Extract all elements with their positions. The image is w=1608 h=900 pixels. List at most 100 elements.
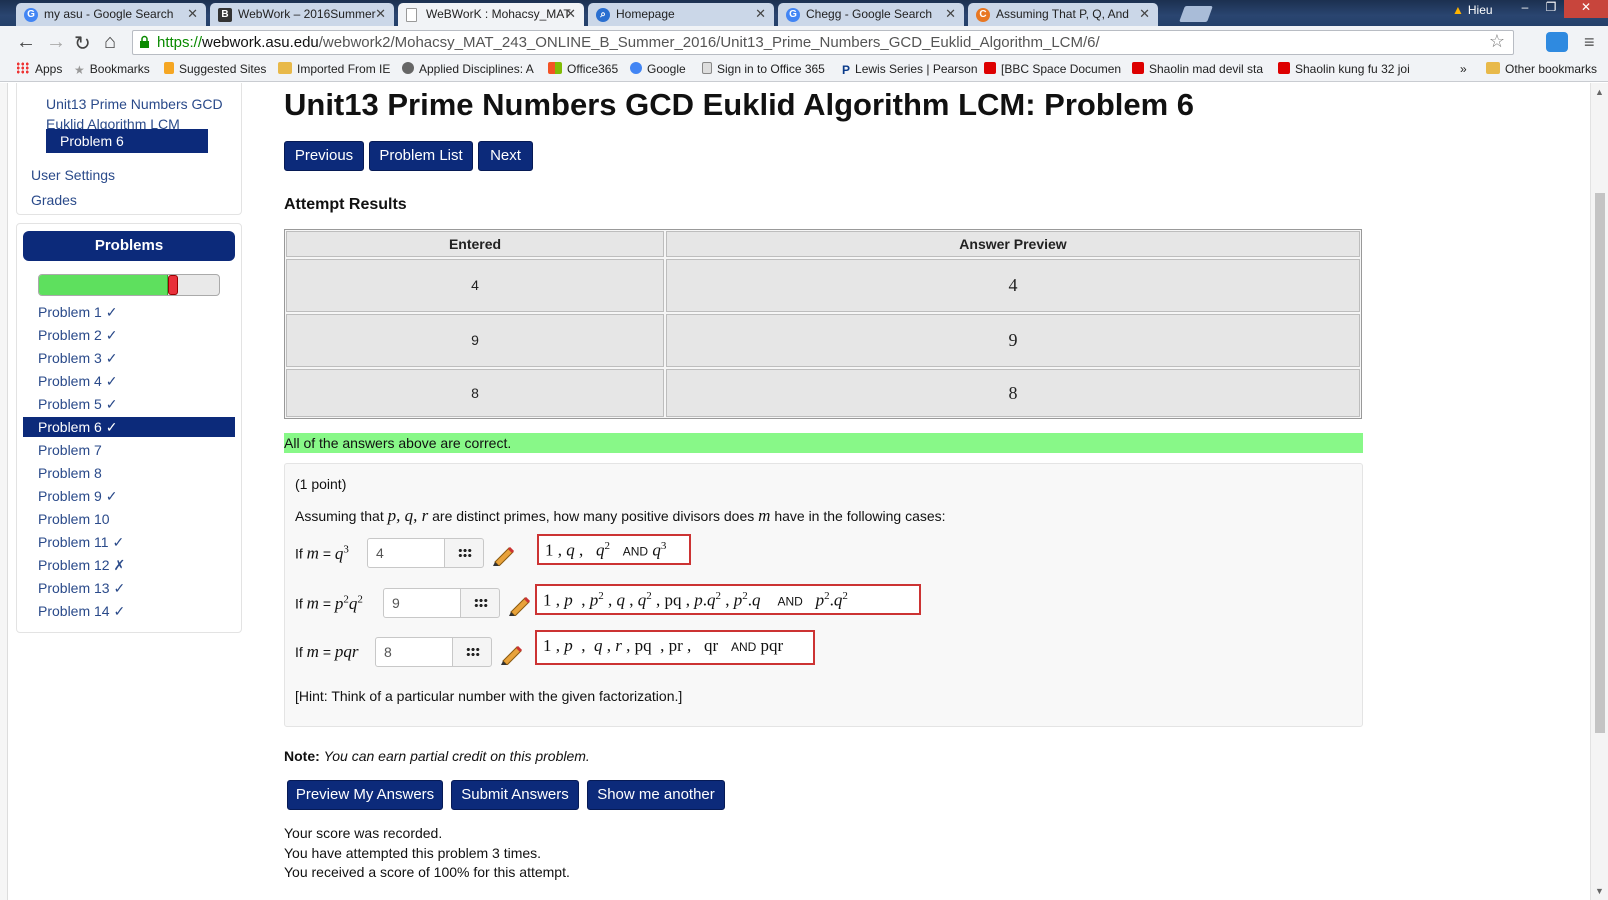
- bookmark-label: Shaolin kung fu 32 joi: [1295, 62, 1410, 76]
- problem-list-item[interactable]: Problem 1 ✓: [38, 304, 117, 321]
- problem-list-item[interactable]: Problem 13 ✓: [38, 580, 125, 597]
- set-link-line1[interactable]: Unit13 Prime Numbers GCD: [46, 96, 223, 112]
- previous-button[interactable]: Previous: [284, 141, 364, 171]
- restore-icon[interactable]: ❐: [1538, 0, 1564, 18]
- bookmark-signin-office[interactable]: Sign in to Office 365: [702, 62, 825, 76]
- problem-list-item[interactable]: Problem 6 ✓: [23, 417, 235, 437]
- window-close-icon[interactable]: ✕: [1564, 0, 1608, 18]
- url-host: webwork.asu.edu: [202, 34, 319, 51]
- bookmark-label: Bookmarks: [89, 62, 150, 76]
- minimize-icon[interactable]: –: [1512, 0, 1538, 18]
- entered-cell: 9: [286, 314, 664, 367]
- submit-answers-button[interactable]: Submit Answers: [451, 780, 579, 810]
- chegg-icon: C: [976, 8, 990, 22]
- next-button[interactable]: Next: [478, 141, 533, 171]
- bookmark-suggested[interactable]: Suggested Sites: [164, 62, 266, 76]
- pencil-icon[interactable]: [507, 594, 533, 616]
- preview-answers-button[interactable]: Preview My Answers: [287, 780, 443, 810]
- bookmark-bookmarks[interactable]: ★ Bookmarks: [74, 62, 150, 77]
- tab-webwork-summer[interactable]: B WebWork – 2016Summer ✕: [210, 3, 394, 26]
- bookmark-pearson[interactable]: P Lewis Series | Pearson: [842, 62, 978, 77]
- problem-list-item[interactable]: Problem 8: [38, 465, 102, 481]
- header-entered: Entered: [286, 231, 664, 257]
- status-score: You received a score of 100% for this at…: [284, 864, 570, 880]
- close-icon[interactable]: ✕: [565, 6, 576, 22]
- close-icon[interactable]: ✕: [375, 6, 386, 22]
- correct-message: All of the answers above are correct.: [284, 433, 1363, 453]
- page-scrollbar[interactable]: ▲ ▼: [1590, 83, 1608, 900]
- bookmark-applied[interactable]: Applied Disciplines: A: [402, 62, 534, 76]
- address-bar[interactable]: https://webwork.asu.edu/webwork2/Mohacsy…: [132, 30, 1514, 55]
- new-tab-button[interactable]: [1179, 6, 1213, 22]
- problem-list-item[interactable]: Problem 2 ✓: [38, 327, 117, 344]
- tab-label: WeBWorK : Mohacsy_MAT: [426, 7, 571, 21]
- bookmark-overflow[interactable]: »: [1460, 62, 1467, 76]
- back-icon[interactable]: ←: [16, 31, 36, 54]
- question-m: m: [758, 506, 771, 525]
- preview-cell: 4: [666, 259, 1360, 312]
- close-icon[interactable]: ✕: [1139, 6, 1150, 22]
- bookmark-bbc[interactable]: [BBC Space Documen: [984, 62, 1121, 76]
- pencil-icon[interactable]: [499, 643, 525, 665]
- answer-input-1[interactable]: 4: [367, 538, 445, 568]
- bookmarks-bar: Apps ★ Bookmarks Suggested Sites Imported…: [0, 58, 1608, 82]
- sidebar-item-user-settings[interactable]: User Settings: [31, 167, 115, 183]
- problem-list-item[interactable]: Problem 14 ✓: [38, 603, 125, 620]
- sidebar-item-grades[interactable]: Grades: [31, 192, 77, 208]
- tab-homepage[interactable]: ⌕ Homepage ✕: [588, 3, 774, 26]
- bookmark-other[interactable]: Other bookmarks: [1486, 62, 1597, 76]
- tab-chegg-search[interactable]: G Chegg - Google Search ✕: [778, 3, 964, 26]
- problem-list-item[interactable]: Problem 11 ✓: [38, 534, 124, 551]
- home-icon[interactable]: ⌂: [104, 31, 116, 54]
- pencil-icon[interactable]: [491, 544, 517, 566]
- problem-list-item[interactable]: Problem 3 ✓: [38, 350, 117, 367]
- bookmark-star-icon[interactable]: ☆: [1489, 31, 1505, 52]
- sidebar-item-problem-6[interactable]: Problem 6: [46, 129, 208, 153]
- close-icon[interactable]: ✕: [755, 6, 766, 22]
- homework-sets-link[interactable]: [31, 83, 35, 92]
- bookmark-shaolin-mad[interactable]: Shaolin mad devil sta: [1132, 62, 1263, 76]
- math-keypad-button[interactable]: [444, 538, 484, 568]
- profile-button[interactable]: ▲ Hieu: [1452, 3, 1493, 17]
- case-2-label: If m = p2q2: [295, 593, 363, 613]
- math-keypad-button[interactable]: [460, 588, 500, 618]
- problem-list-button[interactable]: Problem List: [369, 141, 473, 171]
- tab-webwork-active[interactable]: WeBWorK : Mohacsy_MAT ✕: [398, 3, 584, 26]
- tab-assuming[interactable]: C Assuming That P, Q, And ✕: [968, 3, 1158, 26]
- problem-list-item[interactable]: Problem 7: [38, 442, 102, 458]
- close-icon[interactable]: ✕: [945, 6, 956, 22]
- extension-icon[interactable]: [1546, 32, 1568, 52]
- forward-icon[interactable]: →: [46, 31, 66, 54]
- apps-grid-icon: [16, 62, 30, 74]
- keypad-grid-icon: [458, 548, 472, 558]
- question-pre: Assuming that: [295, 508, 384, 524]
- problem-list-item[interactable]: Problem 5 ✓: [38, 396, 117, 413]
- bookmark-imported[interactable]: Imported From IE: [278, 62, 390, 76]
- blackboard-icon: B: [218, 8, 232, 22]
- question-mid: are distinct primes, how many positive d…: [432, 508, 755, 524]
- problem-list-item[interactable]: Problem 4 ✓: [38, 373, 117, 390]
- star-icon: ★: [74, 63, 85, 77]
- problem-list-item[interactable]: Problem 10: [38, 511, 110, 527]
- answer-input-2[interactable]: 9: [383, 588, 461, 618]
- problems-header: Problems: [23, 231, 235, 261]
- close-icon[interactable]: ✕: [187, 6, 198, 22]
- google-icon: G: [24, 8, 38, 22]
- tab-my-asu[interactable]: G my asu - Google Search ✕: [16, 3, 206, 26]
- scroll-up-icon[interactable]: ▲: [1595, 87, 1604, 97]
- browser-toolbar: ← → ↻ ⌂ https://webwork.asu.edu/webwork2…: [0, 26, 1608, 58]
- problem-list-item[interactable]: Problem 12 ✗: [38, 557, 125, 574]
- reload-icon[interactable]: ↻: [74, 31, 91, 56]
- bookmark-shaolin-kungfu[interactable]: Shaolin kung fu 32 joi: [1278, 62, 1410, 76]
- problem-list-item[interactable]: Problem 9 ✓: [38, 488, 117, 505]
- answer-input-3[interactable]: 8: [375, 637, 453, 667]
- menu-icon[interactable]: ≡: [1584, 32, 1595, 53]
- question-text: Assuming that p, q, r are distinct prime…: [295, 506, 946, 526]
- show-another-button[interactable]: Show me another: [587, 780, 725, 810]
- bookmark-office365[interactable]: Office365: [548, 62, 618, 76]
- math-keypad-button[interactable]: [452, 637, 492, 667]
- bookmark-apps[interactable]: Apps: [16, 62, 62, 76]
- bookmark-google[interactable]: Google: [630, 62, 686, 76]
- scroll-thumb[interactable]: [1595, 193, 1605, 733]
- scroll-down-icon[interactable]: ▼: [1595, 886, 1604, 896]
